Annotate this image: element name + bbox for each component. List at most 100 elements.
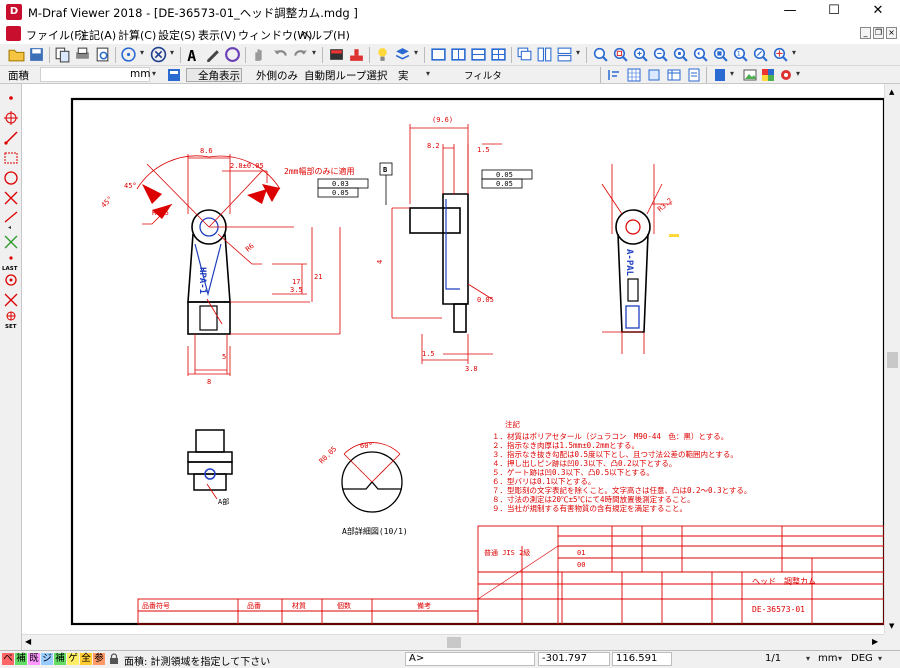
table-icon[interactable] xyxy=(666,67,682,83)
scroll-right-icon[interactable]: ▶ xyxy=(872,637,878,646)
minimize-button[interactable]: — xyxy=(768,0,812,24)
print-icon[interactable] xyxy=(74,46,91,63)
chevron-down-icon[interactable]: ▾ xyxy=(730,69,734,78)
cross-tool-icon[interactable] xyxy=(3,190,19,206)
document-icon[interactable] xyxy=(6,26,21,41)
chevron-down-icon[interactable]: ▾ xyxy=(838,654,842,663)
close-button[interactable]: ✕ xyxy=(856,0,900,24)
print-preview-icon[interactable] xyxy=(94,46,111,63)
chevron-down-icon[interactable]: ▾ xyxy=(796,69,800,78)
menu-help[interactable]: ヘルプ(H) xyxy=(300,27,350,43)
line-tool-icon[interactable] xyxy=(3,130,19,146)
app-icon[interactable]: D xyxy=(6,4,22,20)
filter-button[interactable]: フィルタ xyxy=(464,68,502,82)
mdi-restore-button[interactable]: ❐ xyxy=(873,27,884,39)
zoom-scale-icon[interactable]: 1 xyxy=(732,46,749,63)
settings-icon[interactable] xyxy=(778,67,794,83)
scroll-left-icon[interactable]: ◀ xyxy=(25,637,31,646)
zoom-previous-icon[interactable] xyxy=(692,46,709,63)
zoom-out-icon[interactable] xyxy=(652,46,669,63)
zoom-dynamic-icon[interactable] xyxy=(752,46,769,63)
rect-select-tool-icon[interactable] xyxy=(3,150,19,166)
chevron-down-icon[interactable]: ▾ xyxy=(576,48,580,57)
vertical-scroll-thumb[interactable] xyxy=(887,352,898,368)
line-type-select[interactable]: 実 xyxy=(398,68,409,83)
stamp-icon[interactable] xyxy=(348,46,365,63)
lightbulb-icon[interactable] xyxy=(374,46,391,63)
maximize-button[interactable]: ☐ xyxy=(812,0,856,24)
text-icon[interactable]: A xyxy=(184,46,201,63)
open-folder-icon[interactable] xyxy=(8,46,25,63)
mode-indicator[interactable]: 補 xyxy=(15,653,27,665)
align-icon[interactable] xyxy=(606,67,622,83)
copy-icon[interactable] xyxy=(54,46,71,63)
command-input[interactable]: A> xyxy=(405,652,535,666)
zoom-all-icon[interactable] xyxy=(712,46,729,63)
unit-indicator[interactable]: mm xyxy=(818,653,837,664)
mdi-close-button[interactable]: × xyxy=(886,27,897,39)
menu-settings[interactable]: 設定(S) xyxy=(158,27,196,43)
color-palette-icon[interactable] xyxy=(760,67,776,83)
menu-view[interactable]: 表示(V) xyxy=(198,27,236,43)
save-icon[interactable] xyxy=(28,46,45,63)
vertical-scrollbar[interactable]: ▲ ▼ xyxy=(884,84,900,634)
image-icon[interactable] xyxy=(742,67,758,83)
measure-tool-icon[interactable] xyxy=(3,234,19,250)
mode-indicator[interactable]: ゲ xyxy=(67,653,79,665)
point-tool-icon[interactable] xyxy=(3,90,19,106)
angle-line-tool-icon[interactable] xyxy=(3,208,19,224)
scroll-down-icon[interactable]: ▼ xyxy=(889,622,894,630)
angle-unit-indicator[interactable]: DEG xyxy=(851,653,873,664)
chevron-down-icon[interactable]: ▾ xyxy=(312,48,316,57)
single-view-icon[interactable] xyxy=(430,46,447,63)
chevron-down-icon[interactable]: ▾ xyxy=(140,48,144,57)
color-circle-icon[interactable] xyxy=(224,46,241,63)
calculator-icon[interactable] xyxy=(328,46,345,63)
zoom-in-icon[interactable] xyxy=(632,46,649,63)
chevron-down-icon[interactable]: ▾ xyxy=(878,654,882,663)
mode-indicator[interactable]: 補 xyxy=(54,653,66,665)
hand-icon[interactable] xyxy=(250,46,267,63)
chevron-down-icon[interactable]: ◂ xyxy=(8,224,11,231)
chevron-down-icon[interactable]: ▾ xyxy=(170,48,174,57)
mode-indicator[interactable]: ベ xyxy=(2,653,14,665)
mode-indicator[interactable]: 既 xyxy=(28,653,40,665)
horizontal-scrollbar[interactable]: ◀ ▶ xyxy=(22,634,884,650)
chevron-down-icon[interactable]: ▾ xyxy=(414,48,418,57)
crosshair-tool-icon[interactable] xyxy=(3,110,19,126)
drawing-canvas[interactable]: 8.6 2.8±0.05 45° 45° R0.5 R6 17 21 3.5 5… xyxy=(22,84,886,634)
layers-icon[interactable] xyxy=(394,46,411,63)
arrange-icon[interactable] xyxy=(556,46,573,63)
chevron-down-icon[interactable]: ▾ xyxy=(792,48,796,57)
zoom-window-icon[interactable] xyxy=(612,46,629,63)
zoom-pan-icon[interactable] xyxy=(592,46,609,63)
menu-file[interactable]: ファイル(F) xyxy=(26,27,85,43)
auto-loop-select-toggle[interactable]: 自動閉ループ選択 xyxy=(304,68,387,83)
mdi-minimize-button[interactable]: _ xyxy=(860,27,871,39)
tile-windows-icon[interactable] xyxy=(536,46,553,63)
mode-indicator[interactable]: 参 xyxy=(93,653,105,665)
calculator-small-icon[interactable] xyxy=(166,67,182,83)
zoom-center-icon[interactable] xyxy=(772,46,789,63)
lock-icon[interactable] xyxy=(108,653,120,665)
outside-only-toggle[interactable]: 外側のみ xyxy=(256,68,298,83)
menu-annotation[interactable]: 注記(A) xyxy=(78,27,116,43)
cascade-windows-icon[interactable] xyxy=(516,46,533,63)
zoom-fit-icon[interactable] xyxy=(672,46,689,63)
circle-tool-icon[interactable] xyxy=(3,170,19,186)
menu-calculate[interactable]: 計算(C) xyxy=(118,27,156,43)
split-horizontal-icon[interactable] xyxy=(470,46,487,63)
grid-icon[interactable] xyxy=(626,67,642,83)
chevron-down-icon[interactable]: ▾ xyxy=(806,654,810,663)
select-circle-icon[interactable] xyxy=(120,46,137,63)
scroll-up-icon[interactable]: ▲ xyxy=(889,88,894,96)
cancel-icon[interactable] xyxy=(150,46,167,63)
chevron-down-icon[interactable]: ▾ xyxy=(152,69,156,78)
undo-icon[interactable] xyxy=(272,46,289,63)
chevron-down-icon[interactable]: ▾ xyxy=(426,69,430,78)
pen-icon[interactable] xyxy=(204,46,221,63)
origin-tool-icon[interactable] xyxy=(3,272,19,288)
sheet-icon[interactable] xyxy=(686,67,702,83)
x-tool-icon[interactable] xyxy=(3,292,19,308)
split-quad-icon[interactable] xyxy=(490,46,507,63)
